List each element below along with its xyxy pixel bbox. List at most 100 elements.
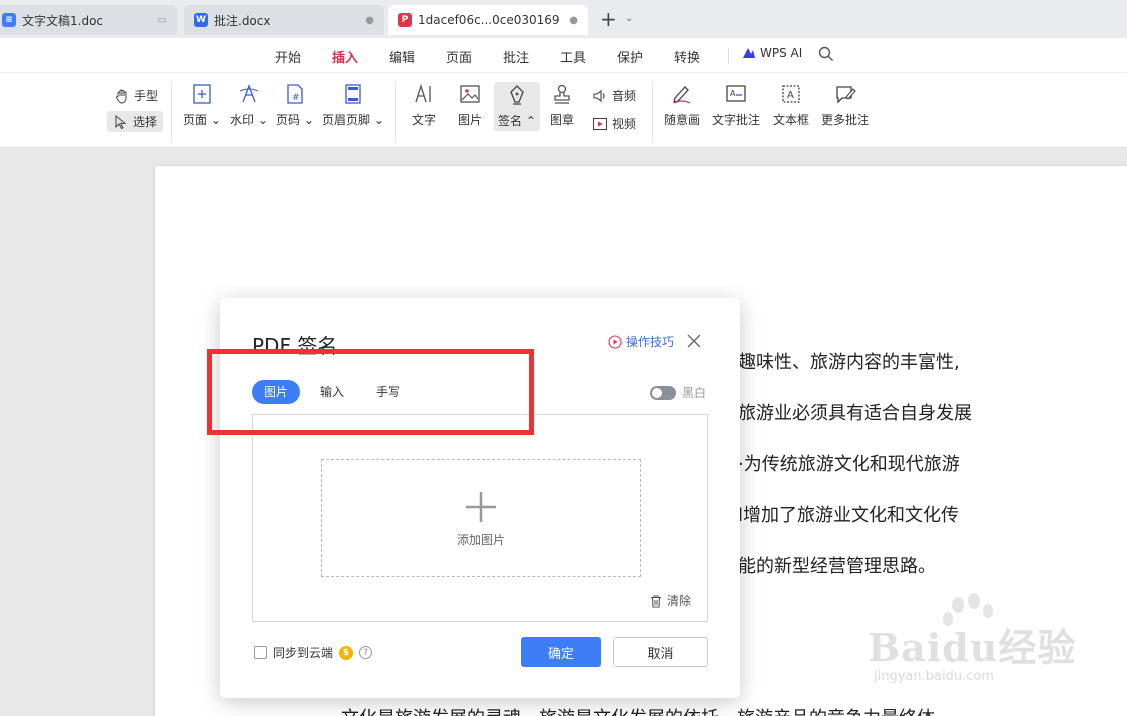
chevron-down-icon: ⌄ <box>373 113 384 127</box>
hand-tool-label: 手型 <box>134 89 159 103</box>
more-comments-button[interactable]: 更多批注 <box>821 83 869 128</box>
add-image-dropzone[interactable]: 添加图片 <box>321 459 641 577</box>
watermark-label: 水印 <box>230 113 255 127</box>
text-button[interactable]: 文字 <box>412 83 436 128</box>
play-circle-icon <box>608 334 622 349</box>
chevron-up-icon: ⌃ <box>525 114 536 128</box>
close-icon[interactable] <box>686 333 702 349</box>
document-line: 旅游业必须具有适合自身发展 <box>738 403 972 424</box>
new-tab-icon[interactable]: + <box>600 9 617 29</box>
page-number-button[interactable]: # 页码 ⌄ <box>276 83 314 128</box>
sync-cloud-checkbox[interactable] <box>254 646 267 659</box>
plus-icon <box>466 491 496 522</box>
audio-button[interactable]: 音频 <box>592 87 636 104</box>
text-comment-button[interactable]: A 文字批注 <box>712 83 760 128</box>
video-button[interactable]: 视频 <box>592 115 636 132</box>
clear-button[interactable]: 清除 <box>649 592 691 609</box>
wps-ai-logo-icon <box>743 48 755 58</box>
help-icon[interactable]: ? <box>359 646 373 659</box>
black-white-label: 黑白 <box>682 386 707 400</box>
close-dot-icon[interactable]: ● <box>365 15 374 26</box>
stamp-icon <box>554 84 570 104</box>
menu-comment[interactable]: 批注 <box>503 47 529 66</box>
menu-edit[interactable]: 编辑 <box>389 47 415 66</box>
cursor-icon <box>115 114 127 129</box>
monitor-icon[interactable]: ▭ <box>158 15 167 26</box>
svg-text:A: A <box>730 89 736 98</box>
cancel-button[interactable]: 取消 <box>613 637 708 667</box>
tab-document-2[interactable]: W 批注.docx ● <box>184 5 384 35</box>
chevron-down-icon: ⌄ <box>257 113 268 127</box>
text-comment-icon: A <box>726 85 746 102</box>
signature-button[interactable]: 签名 ⌃ <box>494 82 540 131</box>
tab-bar: ≡ 文字文稿1.doc ▭ W 批注.docx ● P 1dacef06c...… <box>0 0 1127 38</box>
audio-label: 音频 <box>612 89 637 103</box>
menu-convert[interactable]: 转换 <box>674 47 700 66</box>
freehand-button[interactable]: 随意画 <box>664 83 700 128</box>
baidu-jingyan-watermark: Baidu经验 jingyan.baidu.com <box>850 593 1120 705</box>
menu-page[interactable]: 页面 <box>446 47 472 66</box>
text-label: 文字 <box>412 113 437 127</box>
svg-text:A: A <box>787 90 794 101</box>
menu-start[interactable]: 开始 <box>275 47 301 66</box>
chevron-down-icon: ⌄ <box>303 113 314 127</box>
text-comment-label: 文字批注 <box>712 113 761 127</box>
watermark-button[interactable]: 水印 ⌄ <box>230 83 268 128</box>
document-icon: ≡ <box>2 13 16 27</box>
toggle-switch[interactable] <box>650 385 676 400</box>
header-footer-button[interactable]: 页眉页脚 ⌄ <box>322 83 384 128</box>
tab-label: 1dacef06c...0ce030169 <box>418 13 560 27</box>
header-footer-label: 页眉页脚 <box>322 113 371 127</box>
tab-document-1[interactable]: ≡ 文字文稿1.doc ▭ <box>0 5 177 35</box>
black-white-toggle[interactable]: 黑白 <box>650 384 706 401</box>
text-box-icon: A <box>782 85 800 103</box>
tips-link[interactable]: 操作技巧 <box>608 333 674 350</box>
image-button[interactable]: 图片 <box>458 83 482 128</box>
document-line: 文化是旅游发展的灵魂，旅游是文化发展的依托，旅游产品的竞争力最终体 <box>341 704 935 716</box>
image-label: 图片 <box>458 113 483 127</box>
menu-insert[interactable]: 插入 <box>332 47 359 74</box>
signature-area: 添加图片 清除 <box>252 414 708 622</box>
sync-cloud-label: 同步到云端 <box>273 646 334 660</box>
signature-label: 签名 <box>498 114 523 128</box>
stamp-label: 图章 <box>550 113 575 127</box>
highlight-annotation <box>207 349 534 435</box>
document-line: l增加了旅游业文化和文化传 <box>738 505 959 526</box>
document-line: 趣味性、旅游内容的丰富性, <box>738 352 960 373</box>
vip-badge-icon: $ <box>339 645 354 660</box>
select-tool-button[interactable]: 选择 <box>107 111 164 132</box>
more-comments-label: 更多批注 <box>821 113 870 127</box>
hand-tool-button[interactable]: 手型 <box>114 87 158 104</box>
ribbon-toolbar: 手型 选择 页面 ⌄ 水印 ⌄ # 页码 ⌄ 页眉页脚 ⌄ 文字 图片 签名 ⌃… <box>0 72 1127 148</box>
page-button[interactable]: 页面 ⌄ <box>183 83 221 128</box>
confirm-button[interactable]: 确定 <box>521 637 601 667</box>
menu-divider <box>728 48 729 64</box>
stamp-button[interactable]: 图章 <box>550 83 574 128</box>
chevron-down-icon[interactable]: ⌄ <box>625 13 633 24</box>
close-dot-icon[interactable]: ● <box>569 15 578 26</box>
text-box-button[interactable]: A 文本框 <box>773 83 809 128</box>
tab-pdf[interactable]: P 1dacef06c...0ce030169 ● <box>388 5 588 35</box>
pen-nib-icon <box>510 85 524 105</box>
wps-ai-label: WPS AI <box>760 46 803 60</box>
menu-bar: 开始 插入 编辑 页面 批注 工具 保护 转换 WPS AI <box>0 38 1127 74</box>
search-icon[interactable] <box>818 46 834 62</box>
chevron-down-icon: ⌄ <box>210 113 221 127</box>
tips-label: 操作技巧 <box>626 335 675 349</box>
sync-cloud-option[interactable]: 同步到云端 $ ? <box>254 644 373 661</box>
select-tool-label: 选择 <box>133 115 158 129</box>
trash-icon <box>650 594 661 608</box>
image-icon <box>460 85 480 103</box>
page-label: 页面 <box>183 113 208 127</box>
watermark-icon <box>239 84 259 103</box>
word-icon: W <box>194 13 208 27</box>
text-box-label: 文本框 <box>773 113 810 127</box>
menu-tools[interactable]: 工具 <box>560 47 586 66</box>
hand-icon <box>116 89 127 104</box>
toggle-knob <box>652 387 662 398</box>
wps-ai-button[interactable]: WPS AI <box>742 46 802 60</box>
svg-text:#: # <box>292 93 300 103</box>
menu-protect[interactable]: 保护 <box>617 47 643 66</box>
watermark-brand: Baidu经验 <box>868 625 1077 670</box>
page-number-label: 页码 <box>276 113 301 127</box>
